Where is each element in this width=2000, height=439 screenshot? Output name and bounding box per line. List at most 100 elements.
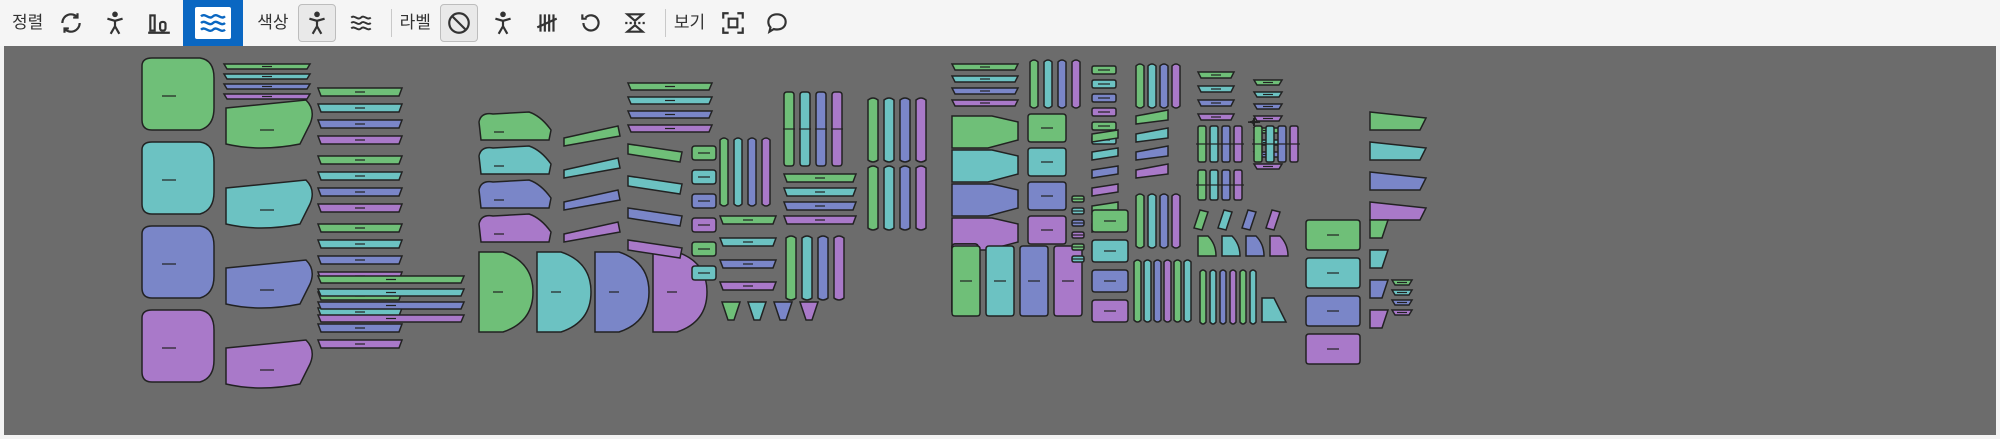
pattern-piece bbox=[746, 301, 768, 321]
pattern-piece bbox=[1369, 201, 1428, 221]
pattern-pieces bbox=[141, 57, 1428, 389]
pattern-piece bbox=[1369, 171, 1428, 191]
toolbar: 정렬 색상 라벨 보기 bbox=[0, 0, 2000, 46]
pattern-piece bbox=[627, 143, 683, 163]
pattern-piece bbox=[1135, 193, 1145, 249]
label-count-button[interactable] bbox=[528, 4, 566, 42]
pattern-piece bbox=[627, 207, 683, 227]
pattern-piece bbox=[478, 251, 534, 333]
label-none-button[interactable] bbox=[439, 4, 478, 42]
sort-person-button[interactable] bbox=[96, 4, 134, 42]
pattern-piece bbox=[883, 165, 895, 231]
waves-icon bbox=[350, 15, 372, 31]
pattern-piece bbox=[1183, 259, 1192, 323]
pattern-piece bbox=[785, 235, 797, 301]
pattern-piece bbox=[801, 235, 813, 301]
pattern-piece bbox=[1135, 109, 1169, 125]
rotate-icon bbox=[61, 13, 82, 33]
pattern-piece bbox=[1369, 279, 1390, 299]
pattern-piece bbox=[1043, 59, 1053, 109]
pattern-piece bbox=[1171, 63, 1181, 109]
pattern-piece bbox=[747, 137, 757, 207]
separator bbox=[664, 9, 666, 37]
pattern-piece bbox=[1135, 145, 1169, 161]
pattern-piece bbox=[833, 235, 845, 301]
pattern-piece bbox=[817, 235, 829, 301]
waves-icon bbox=[195, 7, 232, 39]
sort-size-button[interactable] bbox=[140, 4, 178, 42]
pattern-piece bbox=[1071, 59, 1081, 109]
pattern-piece bbox=[883, 97, 895, 163]
pattern-piece bbox=[1197, 235, 1217, 257]
pattern-piece bbox=[1159, 63, 1169, 109]
sort-waves-button[interactable] bbox=[183, 0, 244, 46]
speech-bubble-icon bbox=[767, 13, 787, 34]
pattern-piece bbox=[225, 99, 313, 149]
no-label-icon bbox=[448, 12, 470, 34]
color-person-button[interactable] bbox=[297, 4, 336, 42]
pattern-piece bbox=[1193, 209, 1209, 231]
sort-label: 정렬 bbox=[12, 13, 44, 32]
pattern-piece bbox=[1143, 259, 1152, 323]
pattern-piece bbox=[225, 179, 313, 229]
pattern-piece bbox=[1091, 183, 1119, 197]
pattern-piece bbox=[627, 175, 683, 195]
pattern-piece bbox=[899, 165, 911, 231]
pattern-piece bbox=[1239, 269, 1247, 325]
pattern-piece bbox=[1171, 193, 1181, 249]
pattern-piece bbox=[652, 251, 708, 333]
pattern-piece bbox=[478, 111, 552, 141]
pattern-piece bbox=[225, 339, 313, 389]
pattern-piece bbox=[1163, 259, 1172, 323]
pattern-piece bbox=[1265, 209, 1281, 231]
pattern-piece bbox=[1091, 147, 1119, 161]
pattern-piece bbox=[1147, 193, 1157, 249]
view-label: 보기 bbox=[673, 13, 706, 32]
flip-icon bbox=[624, 13, 646, 33]
pattern-piece bbox=[141, 57, 215, 131]
color-waves-button[interactable] bbox=[342, 4, 380, 42]
pattern-piece bbox=[1269, 235, 1289, 257]
label-undo-button[interactable] bbox=[572, 4, 610, 42]
person-icon bbox=[308, 11, 325, 35]
pattern-piece bbox=[1219, 269, 1227, 325]
pattern-piece bbox=[1133, 259, 1142, 323]
pattern-piece bbox=[1245, 235, 1265, 257]
pattern-piece bbox=[1261, 297, 1288, 323]
pattern-canvas[interactable] bbox=[4, 46, 1996, 435]
sort-rotate-button[interactable] bbox=[52, 4, 90, 42]
pattern-piece bbox=[951, 149, 1019, 183]
pattern-piece bbox=[867, 97, 879, 163]
view-fit-button[interactable] bbox=[714, 4, 752, 42]
pattern-piece bbox=[1241, 209, 1257, 231]
pattern-piece bbox=[951, 183, 1019, 217]
pattern-piece bbox=[915, 165, 927, 231]
pattern-piece bbox=[761, 137, 771, 207]
pattern-piece bbox=[1029, 59, 1039, 109]
pattern-piece bbox=[1091, 165, 1119, 179]
pattern-piece bbox=[536, 251, 592, 333]
pattern-piece bbox=[1135, 127, 1169, 143]
label-person-button[interactable] bbox=[484, 4, 522, 42]
pattern-piece bbox=[1369, 219, 1390, 239]
person-icon bbox=[494, 11, 511, 35]
pattern-piece bbox=[1369, 309, 1390, 329]
color-label: 색상 bbox=[257, 13, 289, 32]
pattern-piece bbox=[563, 221, 621, 243]
pattern-piece bbox=[1229, 269, 1237, 325]
pattern-piece bbox=[951, 115, 1019, 149]
label-flip-button[interactable] bbox=[616, 4, 654, 42]
pattern-piece bbox=[563, 125, 621, 147]
view-comment-button[interactable] bbox=[758, 4, 796, 42]
pattern-piece bbox=[1217, 209, 1233, 231]
pattern-piece bbox=[141, 309, 215, 383]
tally-icon bbox=[536, 14, 558, 32]
pattern-piece bbox=[1369, 111, 1428, 131]
pattern-piece bbox=[1173, 259, 1182, 323]
pattern-piece bbox=[720, 301, 742, 321]
pattern-piece bbox=[478, 145, 552, 175]
pattern-piece bbox=[1135, 63, 1145, 109]
separator bbox=[390, 9, 392, 37]
pattern-piece bbox=[899, 97, 911, 163]
undo-icon bbox=[581, 14, 600, 32]
